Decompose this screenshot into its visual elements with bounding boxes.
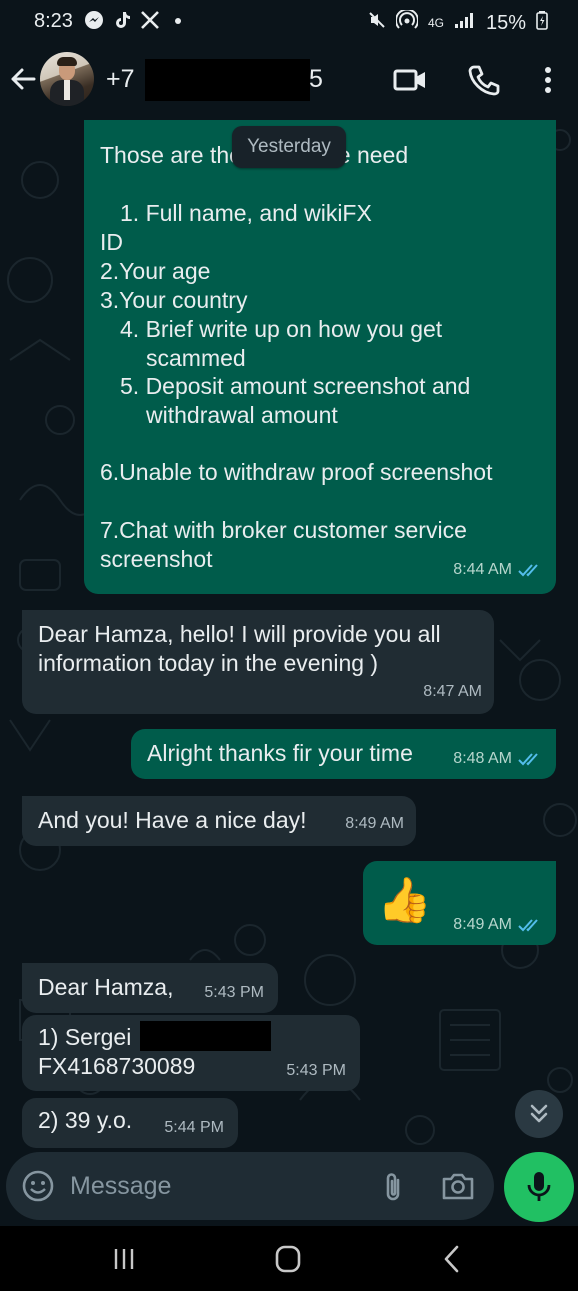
- composer-bar: Message: [0, 1150, 578, 1226]
- message-text: 4. Brief write up on how you get: [120, 316, 443, 342]
- signal-icon: [454, 11, 476, 35]
- mic-icon: [527, 1172, 551, 1201]
- phone-icon[interactable]: [466, 62, 502, 98]
- message-meta: 5:43 PM: [204, 978, 264, 1007]
- read-ticks-icon: [518, 563, 538, 576]
- tiktok-icon: [112, 10, 132, 30]
- message-input[interactable]: Message: [6, 1152, 494, 1220]
- message-text: scammed: [146, 345, 246, 371]
- message-text: FX4168730089: [38, 1053, 196, 1079]
- message-text: 2) 39 y.o.: [38, 1107, 133, 1133]
- message-time: 8:48 AM: [453, 750, 512, 767]
- x-icon: [140, 10, 160, 30]
- message-text: 6.Unable to withdraw proof screenshot: [100, 459, 493, 485]
- status-bar: 8:23 4G 15%: [0, 0, 578, 44]
- nav-back-icon[interactable]: [432, 1242, 472, 1276]
- message-time: 5:43 PM: [204, 984, 264, 1001]
- message-meta: 8:47 AM: [423, 677, 482, 706]
- date-chip: Yesterday: [232, 126, 346, 168]
- status-time: 8:23: [34, 10, 73, 32]
- attach-icon[interactable]: [378, 1170, 408, 1204]
- message-text: information today in the evening ): [38, 650, 379, 676]
- message-placeholder: Message: [70, 1172, 172, 1200]
- hotspot-icon: [394, 8, 419, 36]
- contact-name-suffix[interactable]: 5: [309, 65, 323, 94]
- message-time: 8:49 AM: [345, 815, 404, 832]
- camera-icon[interactable]: [440, 1170, 476, 1202]
- message-text: 3.Your country: [100, 287, 248, 313]
- message-text: 7.Chat with broker customer service: [100, 517, 467, 543]
- message-bubble-outgoing[interactable]: Those are the details we need 1. Full na…: [84, 120, 556, 594]
- message-meta: 8:48 AM: [453, 744, 542, 773]
- message-bubble-outgoing[interactable]: Alright thanks fir your time 8:48 AM: [131, 729, 556, 779]
- mute-icon: [368, 11, 386, 35]
- message-bubble-incoming[interactable]: 1) Sergei FX4168730089 5:43 PM: [22, 1015, 360, 1091]
- message-meta: 8:49 AM: [345, 809, 404, 838]
- message-meta: 5:43 PM: [286, 1056, 346, 1085]
- message-text: 2.Your age: [100, 258, 211, 284]
- network-label: 4G: [427, 16, 444, 30]
- message-text: 5. Deposit amount screenshot and: [120, 373, 471, 399]
- messenger-icon: [84, 10, 104, 30]
- message-time: 5:43 PM: [286, 1062, 346, 1079]
- more-vert-icon[interactable]: [530, 62, 566, 98]
- contact-name-prefix[interactable]: +7: [106, 65, 135, 94]
- emoji-icon[interactable]: [20, 1168, 56, 1204]
- video-call-icon[interactable]: [392, 62, 428, 98]
- battery-icon: [536, 10, 548, 36]
- message-meta: 5:44 PM: [164, 1113, 224, 1142]
- avatar[interactable]: [40, 52, 94, 106]
- message-meta: 8:44 AM: [453, 555, 542, 584]
- system-icons: 4G 15%: [368, 8, 548, 36]
- thumbs-up-emoji: 👍: [377, 876, 432, 925]
- message-time: 8:47 AM: [423, 683, 482, 700]
- message-text: ID: [100, 229, 123, 255]
- notification-icons: [84, 10, 188, 30]
- back-arrow-icon[interactable]: [8, 64, 38, 94]
- read-ticks-icon: [518, 752, 538, 765]
- home-icon[interactable]: [268, 1242, 308, 1276]
- message-text: withdrawal amount: [146, 402, 338, 428]
- message-meta: 8:49 AM: [453, 910, 542, 939]
- recents-icon[interactable]: [104, 1242, 144, 1276]
- chat-area[interactable]: Those are the details we need 1. Full na…: [0, 120, 578, 1150]
- system-nav-bar: [0, 1226, 578, 1291]
- message-time: 5:44 PM: [164, 1119, 224, 1136]
- redacted-surname: [140, 1021, 271, 1051]
- message-time: 8:44 AM: [453, 561, 512, 578]
- battery-label: 15%: [485, 12, 526, 34]
- message-bubble-outgoing[interactable]: 👍 8:49 AM: [363, 861, 556, 945]
- message-bubble-incoming[interactable]: 2) 39 y.o. 5:44 PM: [22, 1098, 238, 1148]
- message-text: screenshot: [100, 546, 213, 572]
- message-text: Dear Hamza, hello! I will provide you al…: [38, 621, 441, 647]
- message-text: 1. Full name, and wikiFX: [120, 200, 372, 226]
- dot-icon: [168, 10, 188, 30]
- chat-header: +7 5: [0, 44, 578, 120]
- message-bubble-incoming[interactable]: Dear Hamza, hello! I will provide you al…: [22, 610, 494, 714]
- message-bubble-incoming[interactable]: Dear Hamza, 5:43 PM: [22, 963, 278, 1013]
- message-text: And you! Have a nice day!: [38, 807, 307, 833]
- redacted-phone-number: [145, 59, 310, 101]
- double-chevron-down-icon: [530, 1104, 548, 1123]
- message-text: Alright thanks fir your time: [147, 740, 413, 766]
- scroll-to-bottom-button[interactable]: [515, 1090, 563, 1138]
- message-text: Dear Hamza,: [38, 974, 174, 1000]
- read-ticks-icon: [518, 918, 538, 931]
- message-bubble-incoming[interactable]: And you! Have a nice day! 8:49 AM: [22, 796, 416, 846]
- mic-button[interactable]: [504, 1152, 574, 1222]
- message-text: 1) Sergei: [38, 1024, 132, 1050]
- message-time: 8:49 AM: [453, 916, 512, 933]
